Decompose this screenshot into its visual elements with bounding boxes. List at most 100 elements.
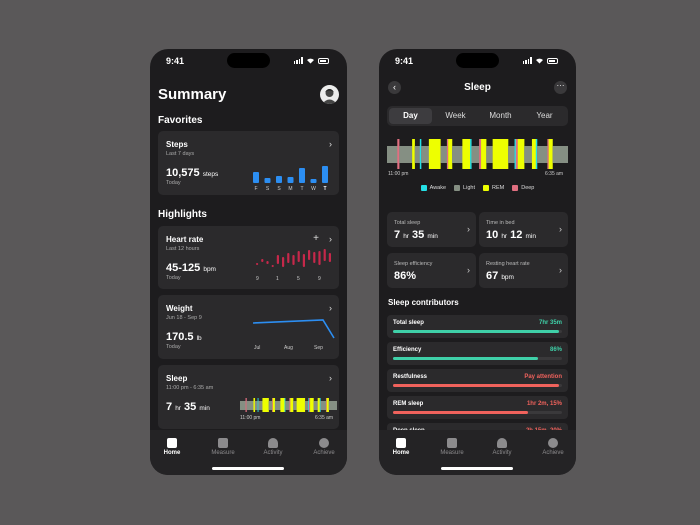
- highlights-header: Highlights: [158, 209, 207, 220]
- sleep-efficiency-label: Sleep efficiency: [394, 261, 433, 267]
- sleep-stage-segment: [462, 139, 471, 169]
- plus-icon[interactable]: +: [313, 233, 319, 244]
- sleep-stage-segment: [387, 146, 398, 163]
- steps-day-label: M: [288, 186, 292, 191]
- sleep-stage-segment: [531, 139, 536, 169]
- sleep-stage-segment: [304, 401, 309, 410]
- sleep-stage-segment: [446, 139, 449, 169]
- sleep-stages-chart: [387, 139, 568, 169]
- sleep-efficiency-value: 86%: [394, 270, 417, 282]
- heart-rate-range-bar: [292, 255, 295, 265]
- sleep-stage-segment: [508, 146, 515, 163]
- heart-rate-range-bar: [328, 253, 331, 262]
- segment-month[interactable]: Month: [479, 108, 522, 124]
- sleep-card[interactable]: Sleep 11:00 pm - 6:35 am › 7 hr 35 min 1…: [158, 365, 339, 429]
- home-indicator: [441, 467, 513, 470]
- chevron-right-icon: ›: [559, 224, 562, 234]
- segment-year[interactable]: Year: [523, 108, 566, 124]
- sleep-efficiency-tile[interactable]: Sleep efficiency 86% ›: [387, 253, 476, 288]
- contributor-row[interactable]: Total sleep 7hr 35m: [387, 315, 568, 338]
- contributor-bar-fill: [393, 357, 539, 360]
- more-button[interactable]: ···: [554, 81, 567, 94]
- sleep-stage-segment: [320, 401, 327, 410]
- hr-tick: 9: [318, 276, 321, 282]
- steps-period: Today: [166, 180, 181, 186]
- contributor-bar: [393, 411, 562, 414]
- steps-bar: [322, 166, 328, 183]
- sleep-stage-segment: [296, 398, 306, 412]
- avatar[interactable]: [320, 85, 339, 104]
- contributor-label: Efficiency: [393, 347, 422, 353]
- weight-card[interactable]: Weight Jun 18 - Sep 9 › 170.5 lb Today J…: [158, 295, 339, 359]
- contributor-row[interactable]: REM sleep 1hr 2m, 15%: [387, 396, 568, 419]
- sleep-stage-segment: [328, 401, 337, 410]
- sleep-stage-segment: [262, 398, 269, 412]
- tab-bar: Home Measure Activity Achieve: [150, 430, 347, 475]
- status-time: 9:41: [395, 56, 414, 66]
- tab-activity[interactable]: Activity: [253, 438, 293, 456]
- sleep-start-time: 11:00 pm: [240, 415, 261, 421]
- heart-rate-card[interactable]: Heart rate Last 12 hours + › 45-125 bpm …: [158, 226, 339, 289]
- sleep-stage-segment: [471, 146, 480, 163]
- weight-subtitle: Jun 18 - Sep 9: [166, 315, 202, 321]
- legend-item: Awake: [420, 185, 446, 191]
- resting-heart-rate-tile[interactable]: Resting heart rate 67 bpm ›: [479, 253, 568, 288]
- measure-icon: [447, 438, 457, 448]
- tab-measure[interactable]: Measure: [203, 438, 243, 456]
- heart-rate-range-bar: [276, 255, 279, 264]
- tab-home[interactable]: Home: [152, 438, 192, 456]
- home-icon: [167, 438, 177, 448]
- sleep-stage-segment: [517, 139, 525, 169]
- steps-card[interactable]: Steps Last 7 days › 10,575 steps Today F…: [158, 131, 339, 195]
- steps-value: 10,575 steps: [166, 167, 219, 179]
- tab-measure[interactable]: Measure: [432, 438, 472, 456]
- period-segmented-control: Day Week Month Year: [387, 106, 568, 126]
- steps-bar: [299, 168, 305, 183]
- time-in-bed-tile[interactable]: Time in bed 10 hr 12 min ›: [479, 212, 568, 247]
- heart-rate-range-bar: [297, 251, 300, 262]
- tab-activity[interactable]: Activity: [482, 438, 522, 456]
- measure-icon: [218, 438, 228, 448]
- tab-home[interactable]: Home: [381, 438, 421, 456]
- sleep-end-time: 6:35 am: [315, 415, 334, 421]
- chevron-right-icon: ›: [467, 224, 470, 234]
- sleep-screen: 9:41 ‹ Sleep ··· Day Week Month Year 11:…: [379, 49, 576, 475]
- total-sleep-tile[interactable]: Total sleep 7 hr 35 min ›: [387, 212, 476, 247]
- sleep-title: Sleep: [166, 374, 188, 383]
- steps-day-label: T: [323, 186, 326, 191]
- chevron-right-icon: ›: [329, 234, 332, 244]
- sleep-stage-segment: [552, 146, 568, 163]
- sleep-stage-segment: [397, 139, 400, 169]
- contributor-value: 7hr 35m: [538, 320, 562, 326]
- dynamic-island: [227, 53, 270, 68]
- sleep-stage-legend: Awake Light REM Deep: [379, 185, 576, 191]
- total-sleep-value: 7 hr 35 min: [394, 229, 438, 241]
- contributor-row[interactable]: Restfulness Pay attention: [387, 369, 568, 392]
- chevron-right-icon: ›: [559, 265, 562, 275]
- sleep-stage-segment: [428, 139, 441, 169]
- sleep-stage-segment: [414, 146, 421, 163]
- battery-icon: [318, 57, 329, 64]
- status-icons: [293, 57, 329, 64]
- legend-swatch: [420, 185, 427, 191]
- contributor-row[interactable]: Efficiency 86%: [387, 342, 568, 365]
- steps-bar: [310, 179, 317, 183]
- segment-week[interactable]: Week: [434, 108, 477, 124]
- heart-rate-chart: [256, 249, 331, 267]
- tab-achieve[interactable]: Achieve: [533, 438, 573, 456]
- tab-achieve[interactable]: Achieve: [304, 438, 344, 456]
- chevron-right-icon: ›: [329, 373, 332, 383]
- sleep-stage-segment: [479, 139, 482, 169]
- chevron-right-icon: ›: [329, 303, 332, 313]
- contributor-bar: [393, 357, 562, 360]
- sleep-stage-segment: [240, 401, 246, 410]
- time-in-bed-value: 10 hr 12 min: [486, 229, 536, 241]
- total-sleep-label: Total sleep: [394, 220, 421, 226]
- wifi-icon: [307, 58, 314, 64]
- heart-rate-period: Today: [166, 275, 181, 281]
- steps-bar: [253, 172, 259, 183]
- segment-day[interactable]: Day: [389, 108, 432, 124]
- heart-rate-range-bar: [266, 261, 269, 264]
- sleep-stage-segment: [470, 139, 472, 169]
- signal-icon: [522, 57, 532, 64]
